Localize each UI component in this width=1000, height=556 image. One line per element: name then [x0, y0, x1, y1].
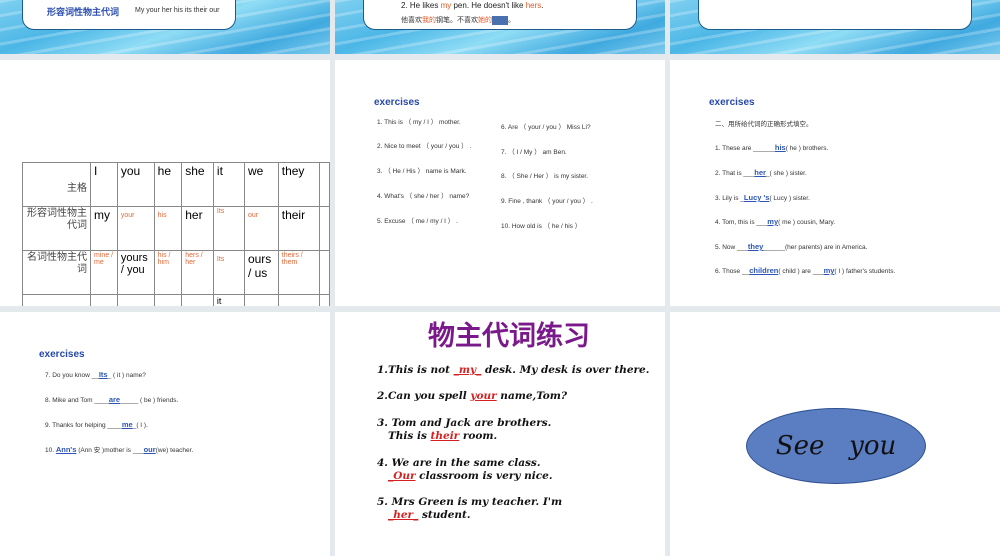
exercise-item: 9. Fine , thank （ your / you ） . [501, 198, 593, 205]
table-cell: you [116, 162, 155, 207]
table-cell: Its [216, 256, 225, 263]
exercise-item: 10. How old is （ he / his ） [501, 223, 582, 230]
table-cell: hers / her [185, 252, 203, 266]
table-cell: my [90, 206, 118, 251]
table-row: 名词性物主代词 mine / me yours / you his / him … [21, 250, 330, 295]
exercise-item: 5. Excuse （ me / my / I ） . [377, 218, 458, 225]
slide-thumbnail-7[interactable]: exercises 7. Do you know __Its_ ( it ) n… [0, 312, 330, 556]
exercise-item: 6. Those __children( child ) are ___my( … [715, 266, 896, 275]
exercise-item: 2. Nice to meet （ your / you ） . [377, 143, 472, 150]
slide-title: exercises [374, 97, 420, 108]
slide-title: 形容词性物主代词 [47, 7, 120, 17]
slide-thumbnail-4[interactable]: 主格 I you he she it we they 形容词性物主代词 my y… [0, 60, 330, 306]
pronoun-list: My your her his its their our [135, 7, 220, 14]
sentence-part: pen. He doesn't like [451, 1, 526, 10]
slide-title: exercises [709, 97, 755, 108]
table-row: 形容词性物主代词 my your his her Its our their [21, 206, 330, 251]
exercise-item: 1. These are ______his( he ) brothers. [715, 143, 829, 152]
table-cell: she [181, 162, 214, 207]
slide-thumbnail-3[interactable] [670, 0, 1000, 54]
table-cell: their [277, 206, 321, 251]
practice-item: 2.Can you spell your name,Tom? [377, 390, 568, 402]
sentence-part: . [541, 1, 544, 10]
table-cell: her [181, 206, 214, 251]
slide-thumbnail-6[interactable]: exercises 二、用所给代词的正确形式填空。 1. These are _… [670, 60, 1000, 306]
pronoun-table: 主格 I you he she it we they 形容词性物主代词 my y… [21, 162, 330, 306]
see-you-ellipse: See you [746, 408, 926, 484]
slide-title: 物主代词练习 [428, 321, 590, 352]
practice-item: 1.This is not _my_ desk. My desk is over… [377, 364, 650, 376]
exercise-item: 10. Ann's (Ann 安 )mother is ___our(we) t… [45, 445, 194, 454]
exercise-item: 6. Are （ your / you ） Miss Li? [501, 124, 591, 131]
sentence-chinese: 他喜欢我的钢笔。不喜欢她的。 [401, 15, 515, 25]
table-cell: our [247, 212, 259, 219]
table-cell: he [153, 162, 183, 207]
slide-thumbnail-5[interactable]: exercises 1. This is （ my / I ） mother. … [335, 60, 665, 306]
slide-thumbnail-9[interactable]: See you [670, 312, 1000, 556]
sentence-english: 2. He likes my pen. He doesn't like hers… [401, 1, 544, 10]
slide-content-box [698, 0, 972, 30]
slide-thumbnail-2[interactable]: 2. He likes my pen. He doesn't like hers… [335, 0, 665, 54]
exercise-item: 9. Thanks for helping ____me_( I ). [45, 420, 148, 429]
slide-thumbnail-8[interactable]: 物主代词练习 1.This is not _my_ desk. My desk … [335, 312, 665, 556]
table-cell: they [277, 162, 321, 207]
table-cell: his / him [157, 252, 171, 266]
table-cell: his [157, 212, 167, 219]
blank-box [492, 15, 508, 25]
exercise-item: 8. Mike and Tom ____are_____ ( be ) frie… [45, 395, 179, 404]
table-cell: I [90, 162, 118, 207]
row-header: 名词性物主代词 [21, 250, 92, 295]
table-cell [319, 162, 330, 207]
table-cell: it [212, 162, 245, 207]
exercise-item: 7. Do you know __Its_ ( it ) name? [45, 370, 146, 379]
exercise-item: 1. This is （ my / I ） mother. [377, 119, 461, 126]
exercise-item: 7. （ I / My ） am Ben. [501, 149, 567, 156]
exercise-item: 4. What's （ she / her ） name? [377, 193, 470, 200]
sentence-part: 2. He likes [401, 1, 441, 10]
slide-content-box: 形容词性物主代词 My your her his its their our [22, 0, 236, 30]
table-cell: it [212, 294, 245, 306]
table-cell: yours / you [116, 250, 155, 295]
slide-content-box: 2. He likes my pen. He doesn't like hers… [363, 0, 637, 30]
table-cell: theirs / them [281, 252, 303, 266]
farewell-text: See you [775, 431, 897, 461]
table-cell: mine / me [94, 252, 114, 266]
slide-thumbnail-1[interactable]: 形容词性物主代词 My your her his its their our [0, 0, 330, 54]
table-cell: ours / us [243, 250, 279, 295]
table-cell: we [243, 162, 279, 207]
exercise-item: 3. Lily is _Lucy 's( Lucy ) sister. [715, 193, 810, 202]
instruction: 二、用所给代词的正确形式填空。 [715, 120, 813, 128]
practice-item: 3. Tom and Jack are brothers. This is th… [377, 417, 552, 442]
exercise-item: 5. Now ___they______(her parents) are in… [715, 242, 868, 251]
exercise-item: 2. That is ___her_( she ) sister. [715, 168, 807, 177]
exercise-item: 8. （ She / Her ） is my sister. [501, 173, 589, 180]
row-header: 主格 [21, 162, 92, 207]
sentence-highlight: my [440, 1, 452, 10]
slide-title: exercises [39, 349, 85, 360]
table-row: 主格 I you he she it we they [21, 162, 330, 207]
practice-item: 5. Mrs Green is my teacher. I'm _her_ st… [377, 496, 563, 521]
table-cell: Its [216, 208, 225, 215]
sentence-highlight: hers [525, 1, 542, 10]
table-cell: your [120, 212, 135, 219]
exercise-item: 4. Tom, this is ___my( me ) cousin, Mary… [715, 217, 836, 226]
row-header: 形容词性物主代词 [21, 206, 92, 251]
practice-item: 4. We are in the same class. _Our classr… [377, 457, 553, 482]
exercise-item: 3. （ He / His ） name is Mark. [377, 168, 467, 175]
